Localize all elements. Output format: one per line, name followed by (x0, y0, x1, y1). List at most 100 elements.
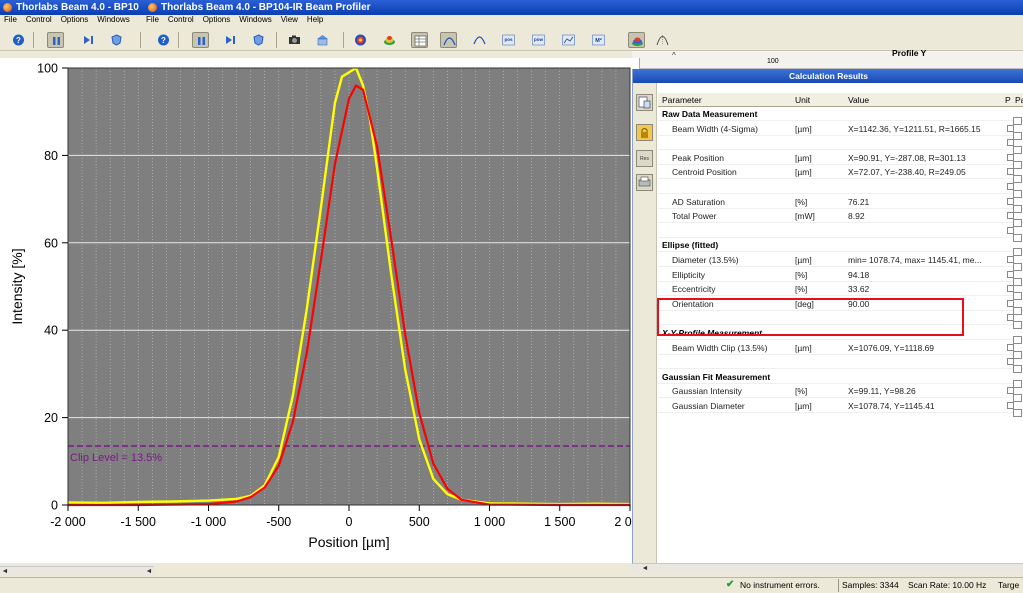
chart-button[interactable] (560, 32, 577, 48)
row-checkbox[interactable] (1013, 248, 1022, 257)
table-row[interactable]: Total Power [mW] 8.92 (658, 209, 1023, 224)
table-row[interactable]: Centroid Position [µm] X=72.07, Y=-238.40,… (658, 165, 1023, 180)
unit-cell: [mW] (795, 211, 815, 222)
menu-control[interactable]: Control (26, 15, 52, 24)
export-button[interactable] (636, 94, 653, 111)
unit-cell: [%] (795, 386, 808, 397)
row-checkbox[interactable] (1013, 146, 1022, 155)
table-row[interactable]: Beam Width (4-Sigma) [µm] X=1142.36, Y=121… (658, 122, 1023, 136)
unit-cell: [µm] (795, 342, 812, 353)
table-button[interactable] (411, 32, 428, 48)
column-header-parameter[interactable]: Parameter (662, 93, 790, 107)
section-header-row: Gaussian Fit Measurement (658, 370, 1023, 384)
scroll-left-arrow[interactable]: ◄ (640, 564, 650, 574)
lock-button[interactable] (636, 124, 653, 141)
print-button[interactable] (636, 174, 653, 191)
column-header-unit[interactable]: Unit (795, 93, 845, 107)
table-row[interactable]: Orientation [deg] 90.00 (658, 297, 1023, 311)
beam-color-button[interactable] (628, 32, 645, 48)
menu-view[interactable]: View (281, 15, 298, 24)
menu-help[interactable]: Help (307, 15, 323, 24)
row-checkbox[interactable] (1013, 409, 1022, 417)
pos-button[interactable]: pos (500, 32, 517, 48)
table-row[interactable]: Gaussian Intensity [%] X=99.11, Y=98.26 (658, 384, 1023, 399)
play-next-button[interactable] (222, 32, 239, 48)
menu-options[interactable]: Options (61, 15, 89, 24)
pause-icon (53, 37, 60, 45)
pow-button[interactable]: pow (530, 32, 547, 48)
results-horizontal-scrollbar[interactable]: ◄ (632, 563, 1023, 573)
row-checkbox[interactable] (1013, 190, 1022, 198)
unit-cell: [µm] (795, 401, 812, 411)
column-header-value[interactable]: Value (848, 93, 998, 107)
shield-button[interactable] (108, 32, 125, 48)
row-checkbox[interactable] (1013, 277, 1022, 286)
table-row[interactable]: Eccentricity [%] 33.62 (658, 282, 1023, 297)
m2-button[interactable]: M² (590, 32, 607, 48)
empty-row (658, 180, 1023, 194)
menu-file[interactable]: File (146, 15, 159, 24)
empty-row (658, 136, 1023, 151)
menu-control[interactable]: Control (168, 15, 194, 24)
menu-options[interactable]: Options (203, 15, 231, 24)
reset-button[interactable]: Res (636, 150, 653, 167)
profile-x-button[interactable] (440, 32, 457, 48)
plot-horizontal-scrollbar[interactable]: ◄ ◄ (0, 566, 154, 576)
parameter-cell: Eccentricity (672, 284, 716, 295)
gaussian-fit-point (278, 464, 280, 467)
pause-button[interactable] (47, 32, 64, 48)
scan-rate: Scan Rate: 10.00 Hz (908, 580, 987, 590)
camera-button[interactable] (286, 32, 303, 48)
help-button[interactable]: ? (10, 32, 27, 48)
row-checkbox[interactable] (1013, 117, 1022, 125)
row-checkbox[interactable] (1013, 131, 1022, 140)
scroll-left-arrow[interactable]: ◄ (144, 567, 154, 577)
profile-y-button[interactable] (471, 32, 488, 48)
gaussian-button[interactable] (654, 32, 671, 48)
table-row[interactable]: Ellipticity [%] 94.18 (658, 268, 1023, 282)
table-row[interactable]: Peak Position [µm] X=90.91, Y=-287.08, R=3… (658, 151, 1023, 165)
row-checkbox[interactable] (1013, 350, 1022, 359)
beam-3d-button[interactable] (381, 32, 398, 48)
toolbar-separator (343, 32, 344, 48)
menu-windows[interactable]: Windows (239, 15, 271, 24)
measured-profile-point (306, 307, 308, 310)
row-checkbox[interactable] (1013, 160, 1022, 169)
table-row[interactable]: Diameter (13.5%) [µm] min= 1078.74, max= 1… (658, 253, 1023, 267)
section-header-row: Ellipse (fitted) (658, 238, 1023, 253)
row-checkbox[interactable] (1013, 306, 1022, 315)
table-row[interactable]: Gaussian Diameter [µm] X=1078.74, Y=1145.4… (658, 399, 1023, 413)
row-checkbox[interactable] (1013, 175, 1022, 184)
window-title-right: Thorlabs Beam 4.0 - BP104-IR Beam Profil… (161, 2, 371, 13)
menu-windows[interactable]: Windows (97, 15, 129, 24)
row-checkbox[interactable] (1013, 292, 1022, 301)
row-checkbox[interactable] (1013, 379, 1022, 388)
pause-button[interactable] (192, 32, 209, 48)
menu-file[interactable]: File (4, 15, 17, 24)
status-bar: ✔ No instrument errors. Samples: 3344 Sc… (0, 577, 1023, 593)
table-row[interactable]: Beam Width Clip (13.5%) [µm] X=1076.09, Y=… (658, 341, 1023, 355)
value-cell: X=72.07, Y=-238.40, R=249.05 (848, 167, 966, 178)
row-checkbox[interactable] (1013, 394, 1022, 403)
shield-button[interactable] (250, 32, 267, 48)
beam-2d-button[interactable] (352, 32, 369, 48)
row-checkbox[interactable] (1013, 365, 1022, 374)
row-checkbox[interactable] (1013, 263, 1022, 271)
scroll-left-arrow[interactable]: ◄ (0, 567, 10, 577)
value-cell: X=99.11, Y=98.26 (848, 386, 916, 397)
y-tick-label: 100 (37, 62, 58, 76)
measured-profile-point (172, 500, 175, 503)
row-checkbox[interactable] (1013, 219, 1022, 228)
row-checkbox[interactable] (1013, 336, 1022, 344)
measured-profile-point (432, 478, 435, 480)
help-button[interactable]: ? (155, 32, 172, 48)
results-title: Calculation Results (633, 69, 1023, 83)
gaussian-fit-point (355, 84, 357, 87)
table-icon (414, 35, 427, 47)
table-row[interactable]: AD Saturation [%] 76.21 (658, 195, 1023, 209)
row-checkbox[interactable] (1013, 233, 1022, 242)
building-button[interactable] (314, 32, 331, 48)
row-checkbox[interactable] (1013, 204, 1022, 213)
row-checkbox[interactable] (1013, 321, 1022, 330)
play-next-button[interactable] (80, 32, 97, 48)
